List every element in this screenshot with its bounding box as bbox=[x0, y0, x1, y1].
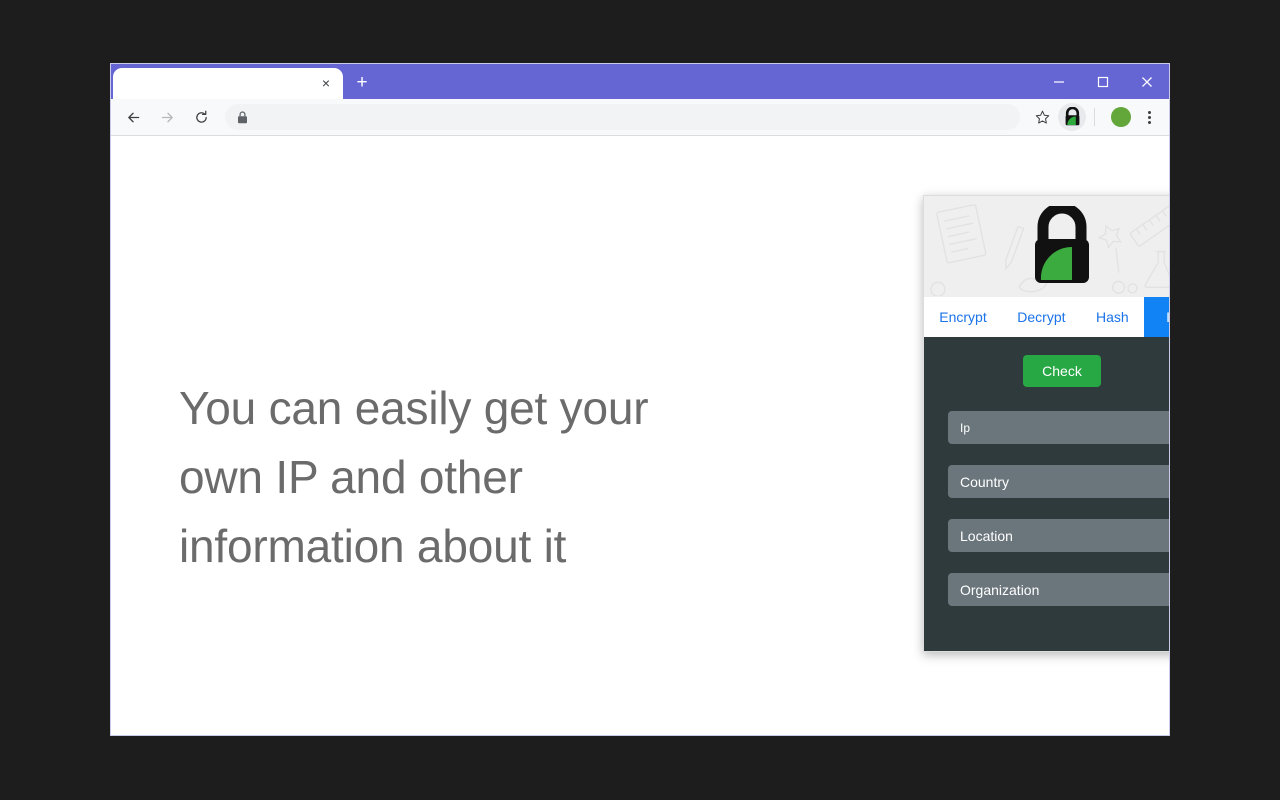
desktop-background: × + You can easily get your own IP and o… bbox=[0, 0, 1280, 800]
tab-close-button[interactable]: × bbox=[317, 74, 335, 92]
country-field[interactable] bbox=[948, 465, 1169, 498]
popup-tab-ip[interactable]: Ip bbox=[1143, 297, 1169, 337]
lock-extension-icon bbox=[1065, 107, 1079, 126]
reload-button[interactable] bbox=[187, 103, 215, 131]
minimize-icon bbox=[1054, 80, 1064, 83]
back-arrow-icon bbox=[127, 112, 139, 122]
back-button[interactable] bbox=[119, 103, 147, 131]
forward-arrow-icon bbox=[161, 112, 173, 122]
popup-tab-decrypt[interactable]: Decrypt bbox=[1002, 297, 1081, 337]
location-field[interactable] bbox=[948, 519, 1169, 552]
extension-popup: Encrypt Decrypt Hash Ip Check bbox=[923, 195, 1169, 652]
bookmark-star-button[interactable] bbox=[1028, 103, 1056, 131]
page-title: You can easily get your own IP and other… bbox=[179, 382, 649, 572]
reload-icon bbox=[195, 110, 207, 123]
ip-field[interactable] bbox=[948, 411, 1169, 444]
popup-tab-encrypt[interactable]: Encrypt bbox=[924, 297, 1002, 337]
popup-tab-hash[interactable]: Hash bbox=[1080, 297, 1144, 337]
window-maximize-button[interactable] bbox=[1081, 64, 1125, 99]
popup-body: Check bbox=[924, 337, 1169, 651]
three-dot-menu-button[interactable] bbox=[1137, 105, 1161, 129]
lock-extension-button[interactable] bbox=[1058, 103, 1086, 131]
green-lock-logo bbox=[1035, 205, 1089, 283]
maximize-icon bbox=[1097, 76, 1109, 87]
popup-header bbox=[924, 196, 1169, 297]
toolbar-actions bbox=[1026, 103, 1161, 131]
popup-tab-bar: Encrypt Decrypt Hash Ip bbox=[924, 297, 1169, 337]
browser-tab[interactable]: × bbox=[113, 68, 343, 99]
check-button[interactable]: Check bbox=[1023, 355, 1101, 387]
menu-dot bbox=[1147, 115, 1151, 119]
menu-dot bbox=[1147, 120, 1151, 124]
browser-toolbar bbox=[111, 99, 1169, 136]
window-close-button[interactable] bbox=[1125, 64, 1169, 99]
address-bar[interactable] bbox=[225, 104, 1020, 130]
menu-dot bbox=[1147, 110, 1151, 114]
browser-window: × + You can easily get your own IP and o… bbox=[110, 63, 1170, 736]
organization-field[interactable] bbox=[948, 573, 1169, 606]
toolbar-divider bbox=[1094, 108, 1095, 126]
window-minimize-button[interactable] bbox=[1037, 64, 1081, 99]
star-icon bbox=[1035, 110, 1049, 124]
close-icon bbox=[1142, 76, 1152, 87]
lock-icon bbox=[238, 110, 247, 123]
tab-strip: × + bbox=[111, 64, 1169, 99]
profile-avatar[interactable] bbox=[1111, 107, 1131, 127]
new-tab-button[interactable]: + bbox=[351, 72, 373, 94]
window-controls bbox=[1037, 64, 1169, 99]
forward-button[interactable] bbox=[153, 103, 181, 131]
